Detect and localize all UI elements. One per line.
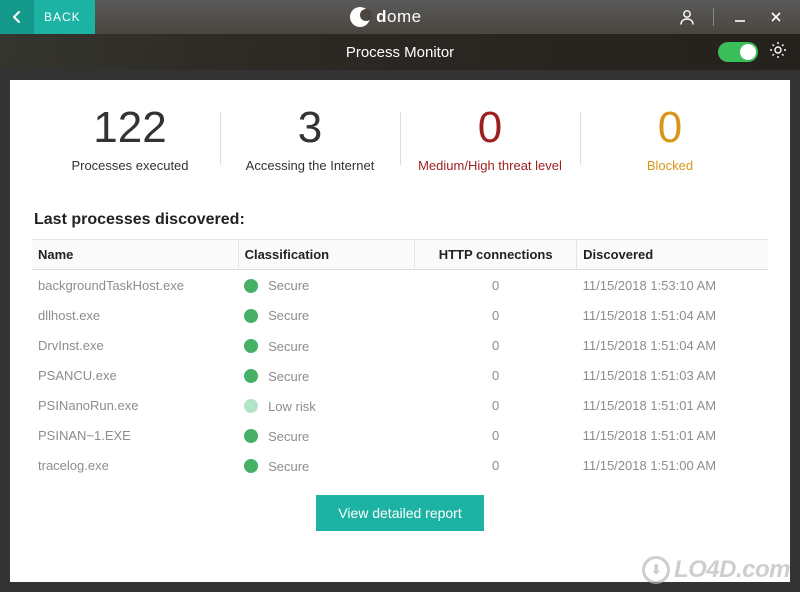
content-panel: 122 Processes executed 3 Accessing the I…	[10, 80, 790, 582]
status-dot-icon	[244, 339, 258, 353]
cell-http: 0	[415, 421, 577, 451]
monitor-toggle[interactable]	[718, 42, 758, 62]
cell-name: dllhost.exe	[32, 300, 238, 330]
col-http[interactable]: HTTP connections	[415, 240, 577, 270]
sub-header: Process Monitor	[0, 34, 800, 70]
cell-discovered: 11/15/2018 1:51:01 AM	[577, 421, 768, 451]
status-dot-icon	[244, 459, 258, 473]
user-icon[interactable]	[677, 7, 697, 27]
divider	[713, 8, 714, 26]
cell-name: DrvInst.exe	[32, 331, 238, 361]
cell-classification: Secure	[238, 300, 415, 330]
status-dot-icon	[244, 279, 258, 293]
cell-discovered: 11/15/2018 1:51:04 AM	[577, 331, 768, 361]
stat-label: Accessing the Internet	[220, 158, 400, 173]
classification-text: Secure	[268, 429, 309, 444]
cell-name: PSANCU.exe	[32, 361, 238, 391]
close-button[interactable]	[766, 7, 786, 27]
stat-value: 0	[400, 104, 580, 152]
col-name[interactable]: Name	[32, 240, 238, 270]
brand-text: dome	[376, 7, 421, 27]
stat-label: Processes executed	[40, 158, 220, 173]
back-label: BACK	[44, 10, 81, 24]
subheader-actions	[718, 40, 788, 65]
page-title: Process Monitor	[346, 44, 454, 61]
titlebar-actions	[677, 0, 800, 34]
stat-blocked: 0 Blocked	[580, 104, 760, 173]
classification-text: Secure	[268, 459, 309, 474]
stat-value: 0	[580, 104, 760, 152]
cell-discovered: 11/15/2018 1:51:04 AM	[577, 300, 768, 330]
cell-discovered: 11/15/2018 1:51:00 AM	[577, 451, 768, 481]
minimize-button[interactable]	[730, 7, 750, 27]
cell-classification: Secure	[238, 451, 415, 481]
classification-text: Secure	[268, 339, 309, 354]
cell-discovered: 11/15/2018 1:51:03 AM	[577, 361, 768, 391]
brand: dome	[95, 0, 677, 34]
cell-classification: Low risk	[238, 391, 415, 421]
cell-classification: Secure	[238, 361, 415, 391]
title-bar: BACK dome	[0, 0, 800, 34]
status-dot-icon	[244, 429, 258, 443]
table-row[interactable]: PSINAN~1.EXE Secure 011/15/2018 1:51:01 AM	[32, 421, 768, 451]
table-row[interactable]: PSINanoRun.exe Low risk 011/15/2018 1:51:0…	[32, 391, 768, 421]
status-dot-icon	[244, 399, 258, 413]
cell-name: PSINanoRun.exe	[32, 391, 238, 421]
gear-icon[interactable]	[768, 40, 788, 65]
table-row[interactable]: DrvInst.exe Secure 011/15/2018 1:51:04 AM	[32, 331, 768, 361]
col-discovered[interactable]: Discovered	[577, 240, 768, 270]
cell-http: 0	[415, 451, 577, 481]
cell-http: 0	[415, 361, 577, 391]
cell-classification: Secure	[238, 421, 415, 451]
stat-label: Medium/High threat level	[400, 158, 580, 173]
cell-http: 0	[415, 391, 577, 421]
stat-label: Blocked	[580, 158, 760, 173]
table-row[interactable]: tracelog.exe Secure 011/15/2018 1:51:00 AM	[32, 451, 768, 481]
classification-text: Secure	[268, 369, 309, 384]
cell-name: backgroundTaskHost.exe	[32, 270, 238, 301]
chevron-left-icon	[0, 0, 34, 34]
stat-value: 122	[40, 104, 220, 152]
status-dot-icon	[244, 309, 258, 323]
status-dot-icon	[244, 369, 258, 383]
classification-text: Low risk	[268, 399, 316, 414]
cell-discovered: 11/15/2018 1:53:10 AM	[577, 270, 768, 301]
cell-http: 0	[415, 270, 577, 301]
cell-http: 0	[415, 300, 577, 330]
table-row[interactable]: PSANCU.exe Secure 011/15/2018 1:51:03 AM	[32, 361, 768, 391]
classification-text: Secure	[268, 309, 309, 324]
stat-threat-level: 0 Medium/High threat level	[400, 104, 580, 173]
section-title: Last processes discovered:	[34, 211, 766, 229]
table-row[interactable]: backgroundTaskHost.exe Secure 011/15/2018 …	[32, 270, 768, 301]
cell-name: PSINAN~1.EXE	[32, 421, 238, 451]
cell-discovered: 11/15/2018 1:51:01 AM	[577, 391, 768, 421]
cell-classification: Secure	[238, 270, 415, 301]
stat-processes-executed: 122 Processes executed	[40, 104, 220, 173]
cell-http: 0	[415, 331, 577, 361]
stat-accessing-internet: 3 Accessing the Internet	[220, 104, 400, 173]
back-button[interactable]: BACK	[0, 0, 95, 34]
cell-name: tracelog.exe	[32, 451, 238, 481]
view-report-button[interactable]: View detailed report	[316, 495, 483, 531]
app-window: BACK dome Process Monitor	[0, 0, 800, 592]
process-table: Name Classification HTTP connections Dis…	[32, 239, 768, 480]
classification-text: Secure	[268, 278, 309, 293]
col-classification[interactable]: Classification	[238, 240, 415, 270]
stat-value: 3	[220, 104, 400, 152]
logo-icon	[350, 7, 370, 27]
stats-row: 122 Processes executed 3 Accessing the I…	[32, 98, 768, 193]
cell-classification: Secure	[238, 331, 415, 361]
table-row[interactable]: dllhost.exe Secure 011/15/2018 1:51:04 AM	[32, 300, 768, 330]
table-header-row: Name Classification HTTP connections Dis…	[32, 240, 768, 270]
